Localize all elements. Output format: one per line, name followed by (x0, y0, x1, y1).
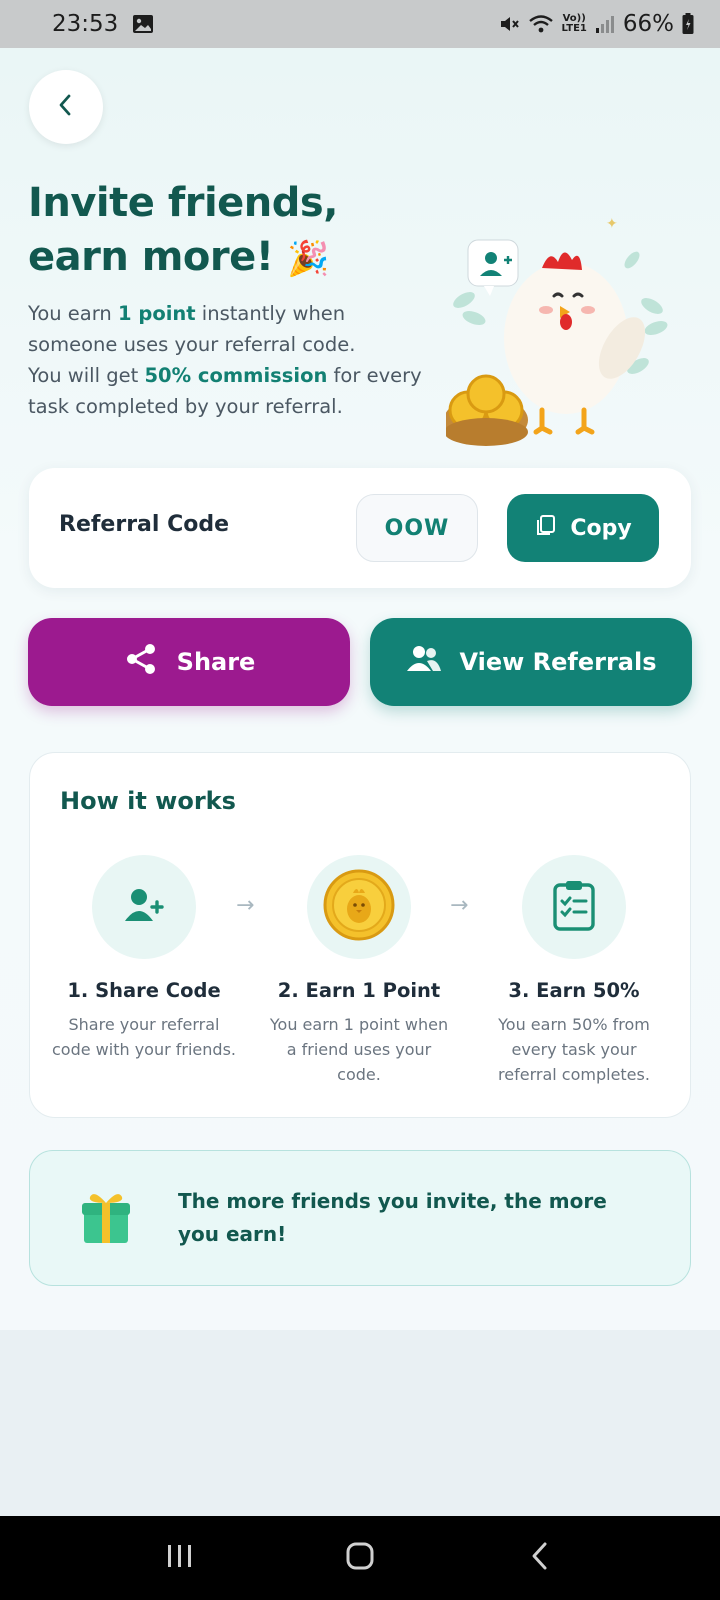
step-3-desc: You earn 50% from every task your referr… (498, 1015, 650, 1084)
signal-icon (595, 14, 615, 34)
chevron-left-icon (53, 92, 79, 122)
checklist-icon (552, 879, 596, 935)
gallery-icon (132, 14, 154, 34)
how-it-works-card: How it works 1. Share Code Share your re… (29, 752, 691, 1118)
recent-apps-icon (165, 1543, 195, 1573)
gift-icon (80, 1189, 132, 1249)
back-icon (528, 1541, 552, 1575)
party-popper-icon: 🎉 (286, 239, 329, 279)
home-icon (345, 1541, 375, 1575)
battery-icon (682, 13, 694, 35)
step-1-icon-circle (92, 855, 196, 959)
home-button[interactable] (330, 1528, 390, 1588)
coin-icon (323, 869, 395, 945)
status-time: 23:53 (52, 11, 119, 37)
recent-apps-button[interactable] (150, 1528, 210, 1588)
referral-code-card: Referral Code OOW Copy (29, 468, 691, 588)
referral-page: Invite friends, earn more! 🎉 You earn 1 … (0, 48, 720, 1330)
copy-icon (534, 513, 558, 543)
share-icon (123, 641, 159, 683)
step-2-desc: You earn 1 point when a friend uses your… (269, 1015, 449, 1084)
share-button[interactable]: Share (28, 618, 350, 706)
system-nav-bar (0, 1516, 720, 1600)
volte-icon: Vo)) LTE1 (562, 14, 587, 34)
svg-text:✦: ✦ (606, 216, 618, 232)
referral-code-value: OOW (356, 494, 478, 562)
title-line-2: earn more! (28, 234, 274, 280)
view-referrals-label: View Referrals (459, 648, 657, 676)
copy-label: Copy (570, 515, 632, 541)
wifi-icon (528, 13, 554, 35)
add-user-icon (124, 887, 164, 927)
copy-button[interactable]: Copy (507, 494, 659, 562)
battery-percent: 66% (622, 11, 674, 37)
intro-text: You earn 1 point instantly when someone … (28, 298, 428, 422)
how-it-works-title: How it works (60, 787, 236, 815)
lte-label: LTE1 (561, 23, 587, 34)
arrow-right-icon: → (450, 893, 469, 918)
status-bar: 23:53 Vo)) LTE1 66% (0, 0, 720, 48)
intro-highlight-commission: 50% commission (144, 364, 328, 387)
page-title: Invite friends, earn more! 🎉 (28, 176, 428, 286)
arrow-right-icon: → (236, 893, 255, 918)
title-line-1: Invite friends, (28, 180, 338, 226)
step-3-icon-circle (522, 855, 626, 959)
step-1-desc: Share your referral code with your frien… (52, 1015, 236, 1059)
system-back-button[interactable] (510, 1528, 570, 1588)
step-earn-point: 2. Earn 1 Point You earn 1 point when a … (259, 855, 459, 1087)
step-earn-50: 3. Earn 50% You earn 50% from every task… (474, 855, 674, 1087)
chicken-mascot-illustration: ✦ ✦ (444, 188, 686, 468)
referral-code-label: Referral Code (59, 512, 230, 537)
step-share-code: 1. Share Code Share your referral code w… (44, 855, 244, 1062)
share-label: Share (176, 648, 256, 676)
invite-tip-text: The more friends you invite, the more yo… (178, 1189, 607, 1246)
intro-highlight-point: 1 point (118, 302, 196, 325)
users-icon (405, 643, 443, 681)
intro-p1-a: You earn (28, 302, 118, 325)
intro-p2-a: You will get (28, 364, 145, 387)
step-2-icon-circle (307, 855, 411, 959)
step-3-title: 3. Earn 50% (508, 979, 640, 1002)
page-bottom-space (0, 1330, 720, 1516)
back-button[interactable] (29, 70, 103, 144)
step-1-title: 1. Share Code (67, 979, 221, 1002)
view-referrals-button[interactable]: View Referrals (370, 618, 692, 706)
mute-icon (498, 13, 520, 35)
step-2-title: 2. Earn 1 Point (277, 979, 441, 1002)
invite-tip-banner: The more friends you invite, the more yo… (29, 1150, 691, 1286)
